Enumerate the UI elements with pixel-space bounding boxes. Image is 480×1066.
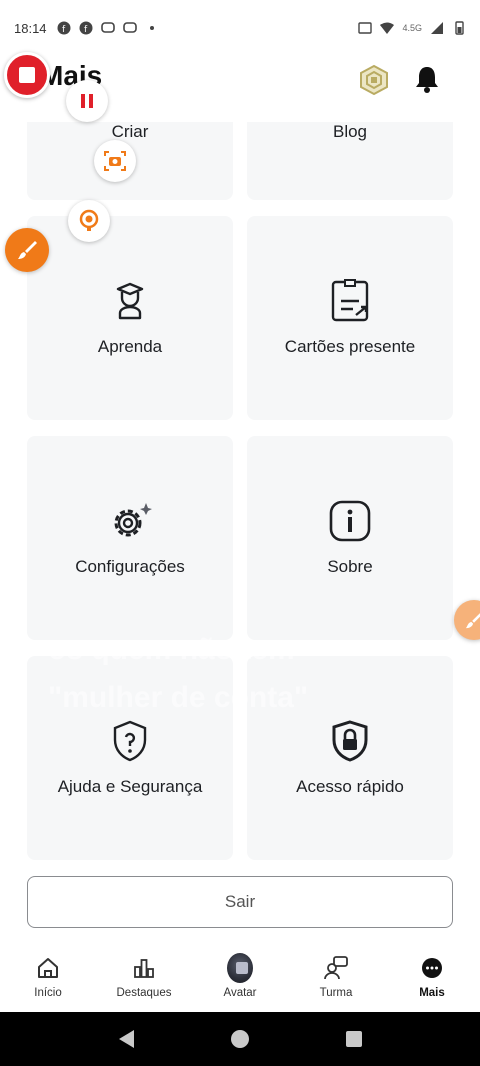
facebook-icon: f bbox=[79, 21, 93, 35]
notifications-button[interactable] bbox=[412, 64, 442, 94]
help-shield-icon bbox=[113, 720, 147, 762]
stop-icon bbox=[19, 67, 35, 83]
recents-icon[interactable] bbox=[345, 1031, 362, 1047]
tile-label: Acesso rápido bbox=[296, 777, 404, 796]
tile-label: Criar bbox=[111, 122, 149, 141]
chat-icon bbox=[122, 22, 137, 33]
camera-icon bbox=[104, 151, 126, 171]
system-nav-bar bbox=[0, 1012, 480, 1066]
status-time: 18:14 bbox=[14, 20, 47, 36]
bottom-nav: Início Destaques Avatar Turma Mais bbox=[0, 942, 480, 1012]
status-bar: 18:14 f f 4.5G bbox=[0, 0, 480, 56]
nav-item-charts[interactable]: Destaques bbox=[96, 942, 192, 1012]
brush-icon bbox=[18, 241, 37, 259]
chat-icon bbox=[100, 22, 115, 33]
record-pause-button[interactable] bbox=[66, 80, 108, 122]
webcam-icon bbox=[79, 209, 99, 231]
home-icon bbox=[38, 958, 58, 978]
lock-shield-icon bbox=[332, 720, 368, 762]
tile-blog[interactable]: Blog bbox=[247, 122, 453, 200]
system-status-icons: 4.5G bbox=[358, 21, 466, 35]
wifi-icon bbox=[380, 22, 395, 34]
notification-icons: f f bbox=[57, 21, 159, 35]
gear-icon bbox=[114, 503, 152, 537]
draw-button-secondary[interactable] bbox=[454, 600, 480, 640]
draw-button[interactable] bbox=[5, 228, 49, 272]
nav-label: Avatar bbox=[223, 987, 257, 999]
avatar-icon bbox=[227, 953, 253, 983]
gift-card-icon bbox=[331, 279, 369, 322]
tile-label: Sobre bbox=[327, 557, 373, 576]
pause-icon bbox=[81, 94, 93, 108]
tile-label: Aprenda bbox=[97, 337, 163, 356]
nav-label: Mais bbox=[419, 987, 445, 999]
tile-help-safety[interactable]: Ajuda e Segurança bbox=[27, 656, 233, 860]
nav-label: Início bbox=[34, 987, 62, 999]
tile-label: Cartões presente bbox=[284, 337, 416, 356]
bell-icon bbox=[416, 67, 438, 93]
brush-icon bbox=[465, 613, 480, 629]
home-circle-icon[interactable] bbox=[230, 1030, 249, 1048]
learn-icon bbox=[116, 282, 144, 320]
robux-icon bbox=[360, 64, 388, 96]
facecam-button[interactable] bbox=[68, 200, 110, 242]
tile-gift-cards[interactable]: Cartões presente bbox=[247, 216, 453, 420]
battery-icon bbox=[455, 21, 464, 35]
cast-icon bbox=[358, 22, 373, 34]
nav-label: Turma bbox=[319, 987, 353, 999]
nav-item-avatar[interactable]: Avatar bbox=[192, 942, 288, 1012]
robux-button[interactable] bbox=[358, 64, 390, 96]
screenshot-button[interactable] bbox=[94, 140, 136, 182]
nav-item-more[interactable]: Mais bbox=[384, 942, 480, 1012]
back-icon[interactable] bbox=[118, 1030, 134, 1048]
nav-item-friends[interactable]: Turma bbox=[288, 942, 384, 1012]
dot-icon bbox=[149, 26, 154, 30]
tile-label: Ajuda e Segurança bbox=[57, 777, 203, 796]
logout-button[interactable]: Sair bbox=[27, 876, 453, 928]
charts-icon bbox=[134, 959, 154, 978]
record-stop-button[interactable] bbox=[4, 52, 50, 98]
tile-quick-access[interactable]: Acesso rápido bbox=[247, 656, 453, 860]
tile-label: Configurações bbox=[75, 557, 185, 576]
tile-label: Blog bbox=[332, 122, 368, 141]
nav-item-home[interactable]: Início bbox=[0, 942, 96, 1012]
tile-learn[interactable]: Aprenda bbox=[27, 216, 233, 420]
info-icon bbox=[329, 500, 371, 542]
nav-label: Destaques bbox=[116, 987, 172, 999]
facebook-icon: f bbox=[57, 21, 71, 35]
signal-icon bbox=[431, 22, 443, 34]
tile-settings[interactable]: Configurações bbox=[27, 436, 233, 640]
more-icon bbox=[422, 958, 442, 978]
friends-icon bbox=[324, 956, 348, 980]
tile-about[interactable]: Sobre bbox=[247, 436, 453, 640]
network-label: 4.5G bbox=[402, 23, 422, 33]
